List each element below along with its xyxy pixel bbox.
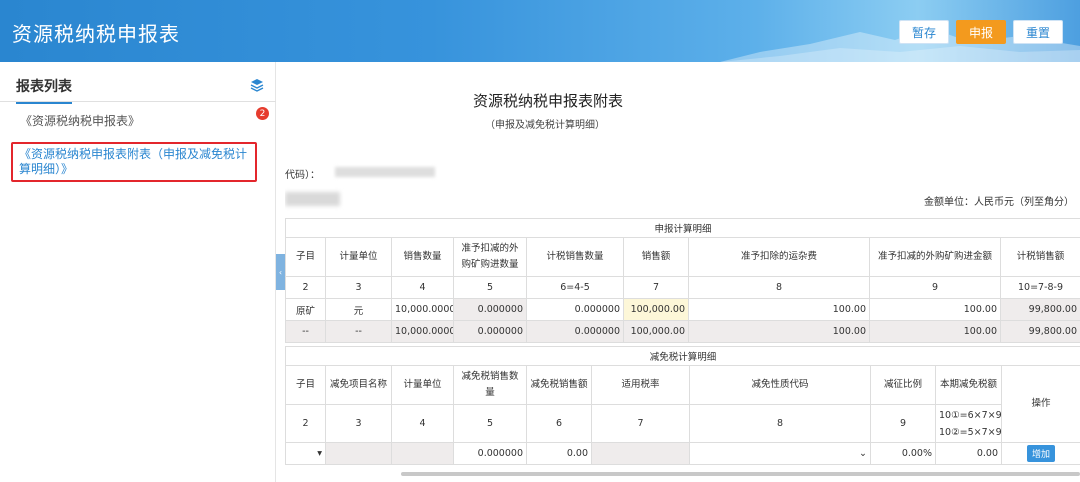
chevron-left-icon: ‹ bbox=[278, 267, 283, 277]
unit-cell bbox=[391, 442, 454, 465]
column-number: 4 bbox=[391, 276, 454, 299]
column-number: 2 bbox=[285, 276, 326, 299]
column-header: 计量单位 bbox=[325, 237, 392, 277]
exemption-detail-table: 减免税计算明细 子目 减免项目名称 计量单位 减免税销售数量 减免税销售额 适用… bbox=[285, 346, 1080, 465]
app-header: 资源税纳税申报表 暂存 申报 重置 bbox=[0, 0, 1080, 62]
formula-1: 10①=6×7×9 bbox=[939, 409, 1002, 421]
table-cell: 0.000000 bbox=[526, 298, 624, 321]
table-cell: 0.000000 bbox=[453, 320, 527, 343]
table-cell: 元 bbox=[325, 298, 392, 321]
sales-quantity-cell[interactable]: 10,000.000000 bbox=[391, 298, 454, 321]
column-number: 10=7-8-9 bbox=[999, 276, 1080, 299]
layers-icon[interactable] bbox=[250, 78, 264, 92]
table-row: ▾ 0.000000 0.00 ⌄ 0.00% 0.00 增加 bbox=[285, 442, 1080, 465]
column-header: 减免税销售数量 bbox=[453, 365, 527, 405]
table-cell: 10,000.000000 bbox=[391, 320, 454, 343]
document-subtitle: （申报及减免税计算明细） bbox=[485, 120, 605, 131]
table-cell: 100,000.00 bbox=[623, 320, 689, 343]
notification-badge: 2 bbox=[256, 107, 269, 120]
column-header: 子目 bbox=[285, 237, 326, 277]
column-header: 适用税率 bbox=[591, 365, 690, 405]
column-header: 准予扣除的运杂费 bbox=[688, 237, 870, 277]
column-number: 2 bbox=[285, 404, 326, 443]
reset-button[interactable]: 重置 bbox=[1013, 20, 1063, 44]
report-list-sidebar: 报表列表 《资源税纳税申报表》 2 《资源税纳税申报表附表（申报及减免税计算明细… bbox=[0, 62, 276, 482]
redacted-name bbox=[285, 192, 340, 206]
column-header: 销售数量 bbox=[391, 237, 454, 277]
sidebar-item-main-report[interactable]: 《资源税纳税申报表》 bbox=[20, 112, 140, 129]
reduction-ratio-input[interactable]: 0.00% bbox=[870, 442, 936, 465]
table-cell: -- bbox=[285, 320, 326, 343]
tax-rate-cell bbox=[591, 442, 690, 465]
sidebar-header: 报表列表 bbox=[0, 62, 276, 104]
column-number: 8 bbox=[688, 276, 870, 299]
section-header: 减免税计算明细 bbox=[285, 346, 1080, 366]
operation-cell: 增加 bbox=[1000, 442, 1080, 465]
horizontal-scrollbar[interactable] bbox=[401, 472, 1080, 476]
column-number: 5 bbox=[453, 404, 527, 443]
column-header: 减征比例 bbox=[870, 365, 936, 405]
table-row: -- -- 10,000.000000 0.000000 0.000000 10… bbox=[285, 320, 1080, 343]
column-number: 3 bbox=[325, 276, 392, 299]
column-header: 本期减免税额 bbox=[935, 365, 1002, 405]
sidebar-title: 报表列表 bbox=[16, 76, 72, 104]
column-header: 销售额 bbox=[623, 237, 689, 277]
column-header: 减免性质代码 bbox=[689, 365, 871, 405]
column-number: 9 bbox=[870, 404, 936, 443]
table-cell: 100.00 bbox=[869, 320, 1001, 343]
freight-input[interactable]: 100.00 bbox=[688, 298, 870, 321]
amount-unit-label: 金额单位：人民币元（列至角分） bbox=[924, 197, 1074, 208]
taxpayer-code-label: 代码）： bbox=[285, 170, 320, 181]
exempt-quantity-input[interactable]: 0.000000 bbox=[453, 442, 527, 465]
table-cell: 100.00 bbox=[688, 320, 870, 343]
table-cell: 0.000000 bbox=[453, 298, 527, 321]
dropdown-arrow-icon: ▾ bbox=[317, 448, 322, 459]
column-number: 5 bbox=[453, 276, 527, 299]
collapse-sidebar-handle[interactable]: ‹ bbox=[276, 254, 285, 290]
report-content: 资源税纳税申报表附表 （申报及减免税计算明细） 代码）： 金额单位：人民币元（列… bbox=[285, 62, 1080, 482]
formula-cell: 10①=6×7×9 10②=5×7×9 bbox=[935, 404, 1002, 443]
exempt-amount-input[interactable]: 0.00 bbox=[526, 442, 592, 465]
exempt-tax-input[interactable]: 0.00 bbox=[935, 442, 1002, 465]
column-number: 4 bbox=[391, 404, 454, 443]
column-header: 计税销售数量 bbox=[526, 237, 624, 277]
submit-button[interactable]: 申报 bbox=[956, 20, 1006, 44]
sidebar-item-attached-report[interactable]: 《资源税纳税申报表附表（申报及减免税计算明细）》 bbox=[11, 142, 257, 182]
column-header: 计量单位 bbox=[391, 365, 454, 405]
column-number: 9 bbox=[869, 276, 1001, 299]
table-cell: 原矿 bbox=[285, 298, 326, 321]
column-header: 准予扣减的外购矿购进数量 bbox=[453, 237, 527, 277]
purchase-amount-input[interactable]: 100.00 bbox=[869, 298, 1001, 321]
column-header: 计税销售额 bbox=[999, 237, 1080, 277]
column-number: 7 bbox=[591, 404, 690, 443]
column-header: 减免项目名称 bbox=[325, 365, 392, 405]
declaration-detail-table: 申报计算明细 子目 计量单位 销售数量 准予扣减的外购矿购进数量 计税销售数量 … bbox=[285, 218, 1080, 343]
save-draft-button[interactable]: 暂存 bbox=[899, 20, 949, 44]
add-row-button[interactable]: 增加 bbox=[1027, 445, 1056, 462]
app-title: 资源税纳税申报表 bbox=[12, 22, 180, 46]
column-number: 8 bbox=[689, 404, 871, 443]
table-cell: -- bbox=[325, 320, 392, 343]
subitem-select[interactable]: ▾ bbox=[285, 442, 326, 465]
table-row: 原矿 元 10,000.000000 0.000000 0.000000 100… bbox=[285, 298, 1080, 321]
table-cell: 0.000000 bbox=[526, 320, 624, 343]
column-number: 3 bbox=[325, 404, 392, 443]
formula-2: 10②=5×7×9 bbox=[939, 426, 1002, 438]
exemption-code-select[interactable]: ⌄ bbox=[689, 442, 871, 465]
sales-amount-cell[interactable]: 100,000.00 bbox=[623, 298, 689, 321]
redacted-code bbox=[335, 167, 435, 177]
column-number: 6=4-5 bbox=[526, 276, 624, 299]
column-header: 准予扣减的外购矿购进金额 bbox=[869, 237, 1001, 277]
table-cell: 99,800.00 bbox=[999, 298, 1080, 321]
column-number: 6 bbox=[526, 404, 592, 443]
table-cell: 99,800.00 bbox=[999, 320, 1080, 343]
document-title: 资源税纳税申报表附表 bbox=[473, 92, 624, 110]
column-header: 子目 bbox=[285, 365, 326, 405]
column-number: 7 bbox=[623, 276, 689, 299]
column-header: 减免税销售额 bbox=[526, 365, 592, 405]
column-header: 操作 bbox=[1000, 365, 1080, 443]
chevron-down-icon: ⌄ bbox=[859, 448, 867, 459]
exemption-item-cell bbox=[325, 442, 392, 465]
section-header: 申报计算明细 bbox=[285, 218, 1080, 238]
